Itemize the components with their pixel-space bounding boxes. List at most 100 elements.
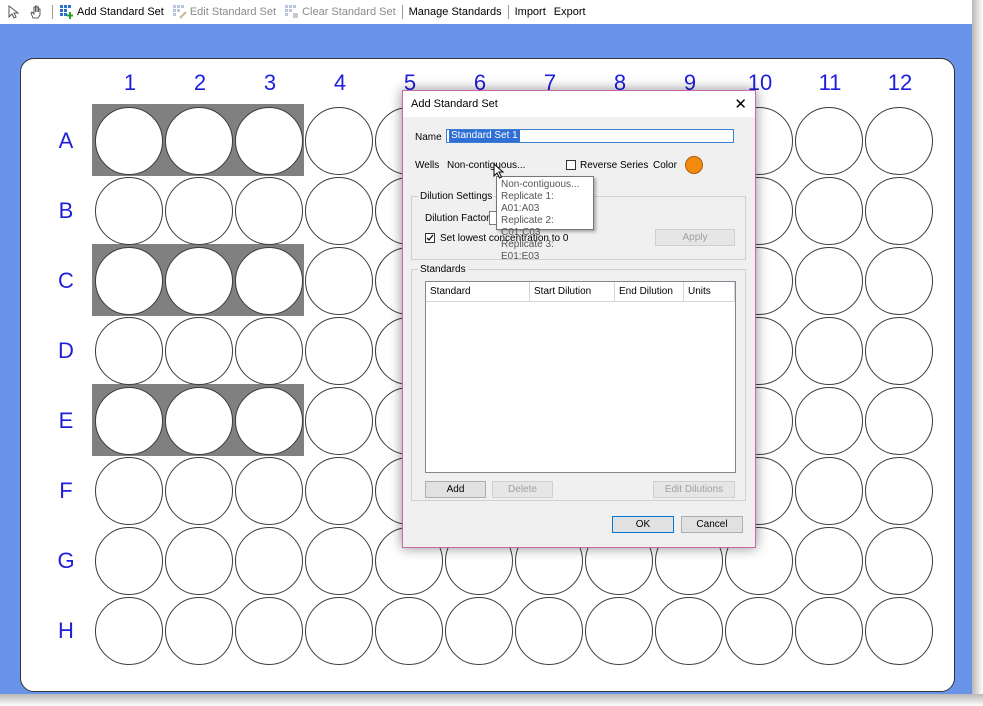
column-label[interactable]: 11 xyxy=(795,72,865,94)
column-label[interactable]: 12 xyxy=(865,72,935,94)
well[interactable] xyxy=(235,387,303,455)
name-input[interactable]: Standard Set 1 xyxy=(446,129,734,143)
import-button[interactable]: Import xyxy=(513,0,548,24)
well[interactable] xyxy=(865,107,933,175)
well[interactable] xyxy=(235,247,303,315)
close-icon[interactable]: ✕ xyxy=(734,95,747,113)
dialog-title-bar[interactable]: Add Standard Set ✕ xyxy=(403,91,755,117)
well[interactable] xyxy=(795,457,863,525)
well[interactable] xyxy=(305,457,373,525)
column-label[interactable]: 2 xyxy=(165,72,235,94)
well[interactable] xyxy=(95,107,163,175)
well[interactable] xyxy=(305,387,373,455)
well[interactable] xyxy=(795,177,863,245)
add-standard-set-button[interactable]: Add Standard Set xyxy=(57,0,166,24)
well[interactable] xyxy=(725,597,793,665)
well[interactable] xyxy=(235,177,303,245)
row-label[interactable]: F xyxy=(51,480,81,502)
row-label[interactable]: B xyxy=(51,200,81,222)
ok-button[interactable]: OK xyxy=(612,516,674,533)
row-label[interactable]: E xyxy=(51,410,81,432)
well[interactable] xyxy=(165,177,233,245)
export-button[interactable]: Export xyxy=(552,0,588,24)
column-header-start-dilution[interactable]: Start Dilution xyxy=(530,282,615,302)
well[interactable] xyxy=(95,387,163,455)
column-header-end-dilution[interactable]: End Dilution xyxy=(615,282,684,302)
clear-standard-set-button[interactable]: Clear Standard Set xyxy=(282,0,398,24)
well[interactable] xyxy=(865,457,933,525)
well[interactable] xyxy=(235,457,303,525)
grid-edit-icon xyxy=(172,4,188,20)
edit-standard-set-button[interactable]: Edit Standard Set xyxy=(170,0,278,24)
well[interactable] xyxy=(305,247,373,315)
well[interactable] xyxy=(655,597,723,665)
add-standard-button[interactable]: Add xyxy=(425,481,486,498)
well[interactable] xyxy=(445,597,513,665)
well[interactable] xyxy=(865,247,933,315)
column-label[interactable]: 3 xyxy=(235,72,305,94)
well[interactable] xyxy=(95,457,163,525)
well[interactable] xyxy=(795,317,863,385)
well[interactable] xyxy=(95,597,163,665)
well[interactable] xyxy=(235,107,303,175)
dialog-title: Add Standard Set xyxy=(411,98,498,110)
well[interactable] xyxy=(795,387,863,455)
well[interactable] xyxy=(95,317,163,385)
well[interactable] xyxy=(865,317,933,385)
cancel-button[interactable]: Cancel xyxy=(681,516,743,533)
well[interactable] xyxy=(95,177,163,245)
well[interactable] xyxy=(95,527,163,595)
row-label[interactable]: A xyxy=(51,130,81,152)
delete-standard-button[interactable]: Delete xyxy=(492,481,553,498)
well[interactable] xyxy=(375,597,443,665)
well[interactable] xyxy=(165,527,233,595)
row-label[interactable]: C xyxy=(51,270,81,292)
well[interactable] xyxy=(795,247,863,315)
row-label[interactable]: H xyxy=(51,620,81,642)
well[interactable] xyxy=(165,387,233,455)
well[interactable] xyxy=(865,597,933,665)
row-label[interactable]: G xyxy=(51,550,81,572)
well[interactable] xyxy=(165,597,233,665)
color-picker-button[interactable] xyxy=(685,156,703,174)
well[interactable] xyxy=(165,457,233,525)
manage-standards-button[interactable]: Manage Standards xyxy=(407,0,504,24)
well[interactable] xyxy=(305,527,373,595)
well[interactable] xyxy=(165,107,233,175)
row-label[interactable]: D xyxy=(51,340,81,362)
edit-dilutions-button[interactable]: Edit Dilutions xyxy=(653,481,735,498)
well[interactable] xyxy=(305,177,373,245)
column-label[interactable]: 1 xyxy=(95,72,165,94)
well[interactable] xyxy=(305,107,373,175)
reverse-series-checkbox[interactable] xyxy=(566,160,576,170)
well[interactable] xyxy=(795,597,863,665)
apply-button[interactable]: Apply xyxy=(655,229,735,246)
standards-table[interactable]: Standard Start Dilution End Dilution Uni… xyxy=(425,281,736,473)
grid-plus-icon xyxy=(59,4,75,20)
well[interactable] xyxy=(795,107,863,175)
well[interactable] xyxy=(235,527,303,595)
pan-tool[interactable] xyxy=(26,0,48,24)
well[interactable] xyxy=(305,317,373,385)
well[interactable] xyxy=(95,247,163,315)
well[interactable] xyxy=(235,597,303,665)
mouse-pointer-icon xyxy=(493,163,505,179)
well[interactable] xyxy=(865,177,933,245)
column-label[interactable]: 4 xyxy=(305,72,375,94)
well[interactable] xyxy=(165,247,233,315)
set-lowest-checkbox[interactable] xyxy=(425,233,435,243)
select-tool[interactable] xyxy=(0,0,26,24)
well[interactable] xyxy=(865,387,933,455)
tooltip-line: Replicate 1: A01:A03 xyxy=(501,191,554,214)
well[interactable] xyxy=(795,527,863,595)
well[interactable] xyxy=(515,597,583,665)
wells-link[interactable]: Non-contiguous... xyxy=(447,160,525,171)
well[interactable] xyxy=(165,317,233,385)
well[interactable] xyxy=(585,597,653,665)
well[interactable] xyxy=(235,317,303,385)
column-header-standard[interactable]: Standard xyxy=(426,282,530,302)
well[interactable] xyxy=(305,597,373,665)
dilution-factor-label: Dilution Factor xyxy=(425,213,490,224)
column-header-units[interactable]: Units xyxy=(684,282,735,302)
well[interactable] xyxy=(865,527,933,595)
